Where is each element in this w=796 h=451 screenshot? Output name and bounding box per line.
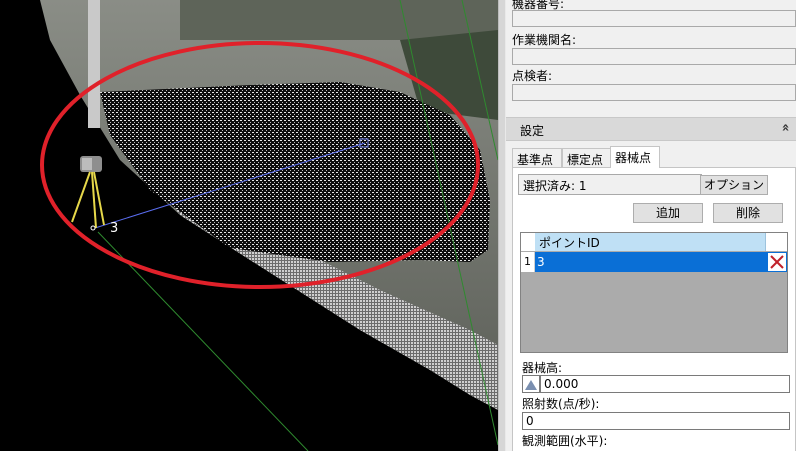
tab-instrument-point[interactable]: 器械点 <box>610 146 660 168</box>
tab-control-point[interactable]: 標定点 <box>562 148 612 167</box>
point-marker[interactable] <box>90 225 96 231</box>
point-id-cell[interactable]: 3 <box>537 252 545 272</box>
inspector-label: 点検者: <box>512 69 553 83</box>
agency-label: 作業機関名: <box>512 33 577 47</box>
add-button[interactable]: 追加 <box>633 203 703 223</box>
point-label: 3 <box>110 221 118 236</box>
point-cloud-scene: 3 <box>40 0 498 451</box>
settings-title: 設定 <box>520 124 545 138</box>
dense-point-cloud <box>100 82 490 262</box>
instrument-height-label: 器械高: <box>522 361 563 375</box>
device-number-field[interactable] <box>512 10 796 27</box>
column-header-blank <box>766 233 787 251</box>
grid-corner <box>521 233 536 251</box>
instrument-tripod[interactable] <box>71 156 105 229</box>
pick-height-icon[interactable] <box>522 375 540 393</box>
row-number: 1 <box>521 252 535 272</box>
column-header-point-id[interactable]: ポイントID <box>535 233 766 251</box>
delete-button[interactable]: 削除 <box>713 203 783 223</box>
fire-rate-input[interactable]: 0 <box>522 412 790 430</box>
point-cloud-viewport[interactable]: 3 <box>0 0 498 451</box>
instrument-height-input[interactable]: 0.000 <box>540 375 790 393</box>
table-row[interactable]: 1 3 <box>521 252 787 272</box>
point-grid[interactable]: ポイントID 1 3 <box>520 232 788 353</box>
pole <box>88 0 100 128</box>
tab-reference-point[interactable]: 基準点 <box>512 148 562 167</box>
panel-splitter[interactable] <box>498 0 506 451</box>
tree-shade <box>180 0 498 40</box>
collapse-icon[interactable]: » <box>778 123 793 131</box>
settings-panel: 機器番号: 作業機関名: 点検者: 設定 » 基準点 標定点 器械点 選択済み:… <box>506 0 796 451</box>
option-button[interactable]: オプション <box>700 175 768 195</box>
inspector-field[interactable] <box>512 84 796 101</box>
settings-section-header[interactable]: 設定 » <box>506 117 796 141</box>
delete-row-icon[interactable] <box>768 253 786 271</box>
observation-range-label: 観測範囲(水平): <box>522 434 608 448</box>
agency-field[interactable] <box>512 48 796 65</box>
fire-rate-label: 照射数(点/秒): <box>522 397 600 411</box>
selected-count: 選択済み: 1 <box>518 174 702 195</box>
